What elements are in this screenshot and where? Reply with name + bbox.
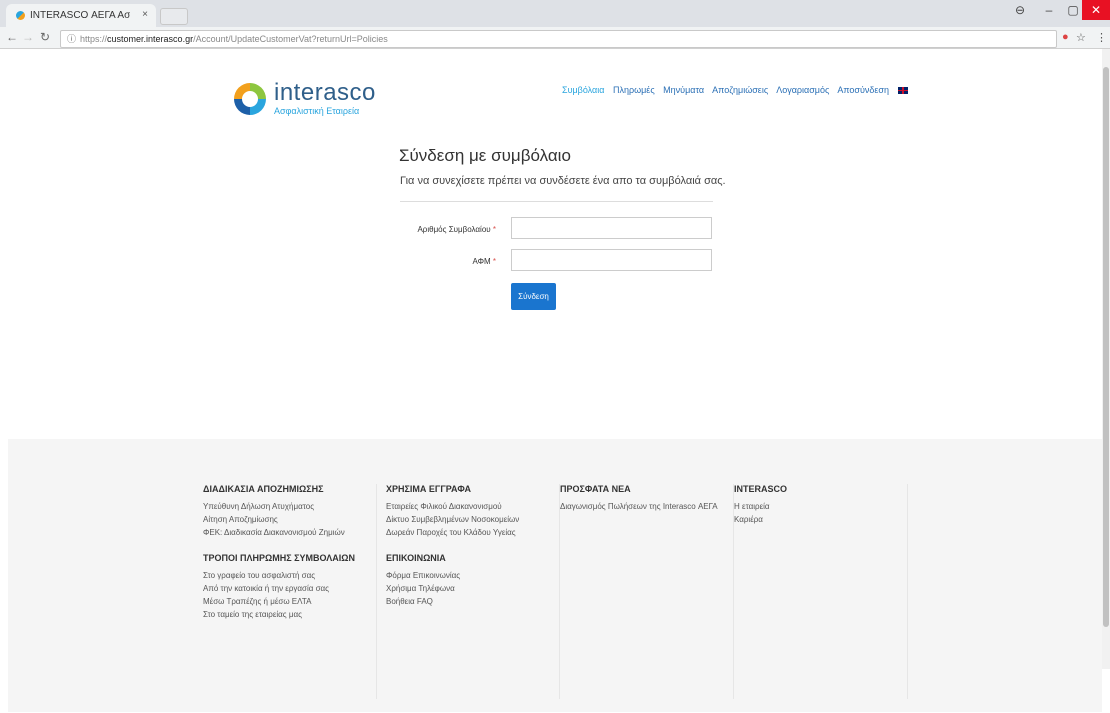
tab-close-icon[interactable]: ×: [142, 9, 148, 20]
forward-icon[interactable]: →: [22, 30, 34, 44]
menu-kebab-icon[interactable]: ⋮: [1096, 31, 1107, 44]
page-scrollbar[interactable]: [1102, 49, 1110, 669]
tab-title: INTERASCO ΑΕΓΑ Ασφαλ: [30, 10, 130, 21]
contract-number-input[interactable]: [511, 217, 712, 239]
main-nav: Συμβόλαια Πληρωμές Μηνύματα Αποζημιώσεις…: [562, 85, 908, 95]
nav-item-policies[interactable]: Συμβόλαια: [562, 85, 604, 95]
nav-item-logout[interactable]: Αποσύνδεση: [837, 85, 889, 95]
footer-col-documents: ΧΡΗΣΙΜΑ ΕΓΓΡΑΦΑ Εταιρείες Φιλικού Διακαν…: [386, 484, 560, 699]
contract-number-label: Αριθμός Συμβολαίου *: [401, 225, 496, 234]
footer-heading: ΕΠΙΚΟΙΝΩΝΙΑ: [386, 553, 446, 563]
page-subtitle: Για να συνεχίσετε πρέπει να συνδέσετε έν…: [400, 175, 726, 187]
page-title: Σύνδεση με συμβόλαιο: [399, 146, 571, 165]
nav-item-messages[interactable]: Μηνύματα: [663, 85, 704, 95]
uk-flag-icon[interactable]: [897, 87, 908, 95]
footer-heading: INTERASCO: [734, 484, 788, 494]
footer-col-news: ΠΡΟΣΦΑΤΑ ΝΕΑ Διαγωνισμός Πωλήσεων της In…: [560, 484, 734, 699]
footer-link[interactable]: Η εταιρεία: [734, 500, 907, 513]
footer-link[interactable]: Δωρεάν Παροχές του Κλάδου Υγείας: [386, 526, 559, 539]
reload-icon[interactable]: ↻: [40, 30, 50, 44]
url-path: /Account/UpdateCustomerVat?returnUrl=Pol…: [193, 34, 388, 44]
new-tab-button[interactable]: [160, 8, 188, 25]
footer-link[interactable]: Στο γραφείο του ασφαλιστή σας: [203, 569, 376, 582]
nav-item-account[interactable]: Λογαριασμός: [776, 85, 829, 95]
footer-link[interactable]: Χρήσιμα Τηλέφωνα: [386, 582, 559, 595]
browser-chrome: INTERASCO ΑΕΓΑ Ασφαλ × ⊖ – ▢ ✕ ← → ↻ ⓘ ht…: [0, 0, 1110, 49]
footer-col-company: INTERASCO Η εταιρεία Καριέρα: [734, 484, 908, 699]
contract-number-label-text: Αριθμός Συμβολαίου: [417, 225, 491, 234]
logo-mark-icon: [234, 83, 266, 115]
browser-toolbar: ← → ↻ ⓘ https://customer.interasco.gr/Acc…: [0, 27, 1110, 48]
footer-heading: ΠΡΟΣΦΑΤΑ ΝΕΑ: [560, 484, 631, 494]
address-bar[interactable]: ⓘ https://customer.interasco.gr/Account/U…: [60, 30, 1057, 48]
favicon-icon: [16, 11, 25, 20]
url-host: customer.interasco.gr: [107, 34, 194, 44]
site-info-icon[interactable]: ⓘ: [67, 31, 76, 47]
tab-strip: INTERASCO ΑΕΓΑ Ασφαλ × ⊖ – ▢ ✕: [0, 0, 1110, 27]
footer-link[interactable]: Αίτηση Αποζημίωσης: [203, 513, 376, 526]
browser-tab[interactable]: INTERASCO ΑΕΓΑ Ασφαλ ×: [6, 4, 156, 27]
back-icon[interactable]: ←: [6, 30, 18, 44]
footer-heading: ΧΡΗΣΙΜΑ ΕΓΓΡΑΦΑ: [386, 484, 471, 494]
nav-item-claims[interactable]: Αποζημιώσεις: [712, 85, 768, 95]
vat-label: ΑΦΜ *: [401, 257, 496, 266]
footer-link[interactable]: Από την κατοικία ή την εργασία σας: [203, 582, 376, 595]
footer-link[interactable]: Υπεύθυνη Δήλωση Ατυχήματος: [203, 500, 376, 513]
footer-link[interactable]: Διαγωνισμός Πωλήσεων της Interasco ΑΕΓΑ: [560, 500, 733, 513]
logo-subtitle: Ασφαλιστική Εταιρεία: [274, 106, 360, 116]
profile-icon[interactable]: ⊖: [1005, 0, 1035, 20]
footer-link[interactable]: Δίκτυο Συμβεβλημένων Νοσοκομείων: [386, 513, 559, 526]
footer: ΔΙΑΔΙΚΑΣΙΑ ΑΠΟΖΗΜΙΩΣΗΣ Υπεύθυνη Δήλωση Α…: [8, 439, 1102, 712]
footer-link[interactable]: Βοήθεια FAQ: [386, 595, 559, 608]
extension-icon[interactable]: ●: [1062, 31, 1069, 43]
footer-link[interactable]: ΦΕΚ: Διαδικασία Διακανονισμού Ζημιών: [203, 526, 376, 539]
footer-link[interactable]: Μέσω Τραπέζης ή μέσω ΕΛΤΑ: [203, 595, 376, 608]
divider: [400, 201, 713, 202]
bookmark-star-icon[interactable]: ☆: [1076, 31, 1086, 44]
nav-item-payments[interactable]: Πληρωμές: [613, 85, 655, 95]
footer-col-claims: ΔΙΑΔΙΚΑΣΙΑ ΑΠΟΖΗΜΙΩΣΗΣ Υπεύθυνη Δήλωση Α…: [203, 484, 377, 699]
site-logo[interactable]: interasco Ασφαλιστική Εταιρεία: [232, 79, 412, 129]
scrollbar-thumb[interactable]: [1103, 67, 1109, 627]
vat-label-text: ΑΦΜ: [472, 257, 491, 266]
window-close-icon[interactable]: ✕: [1082, 0, 1110, 20]
url-prefix: https://: [80, 34, 108, 44]
vat-input[interactable]: [511, 249, 712, 271]
footer-link[interactable]: Φόρμα Επικοινωνίας: [386, 569, 559, 582]
footer-heading: ΔΙΑΔΙΚΑΣΙΑ ΑΠΟΖΗΜΙΩΣΗΣ: [203, 484, 324, 494]
required-mark: *: [492, 225, 496, 234]
page-content: interasco Ασφαλιστική Εταιρεία Συμβόλαια…: [0, 49, 1110, 713]
footer-link[interactable]: Καριέρα: [734, 513, 907, 526]
footer-heading: ΤΡΟΠΟΙ ΠΛΗΡΩΜΗΣ ΣΥΜΒΟΛΑΙΩΝ: [203, 553, 355, 563]
logo-name: interasco: [274, 79, 376, 106]
footer-link[interactable]: Εταιρείες Φιλικού Διακανονισμού: [386, 500, 559, 513]
footer-link[interactable]: Στο ταμείο της εταιρείας μας: [203, 608, 376, 621]
required-mark: *: [492, 257, 496, 266]
connect-button[interactable]: Σύνδεση: [511, 283, 556, 310]
